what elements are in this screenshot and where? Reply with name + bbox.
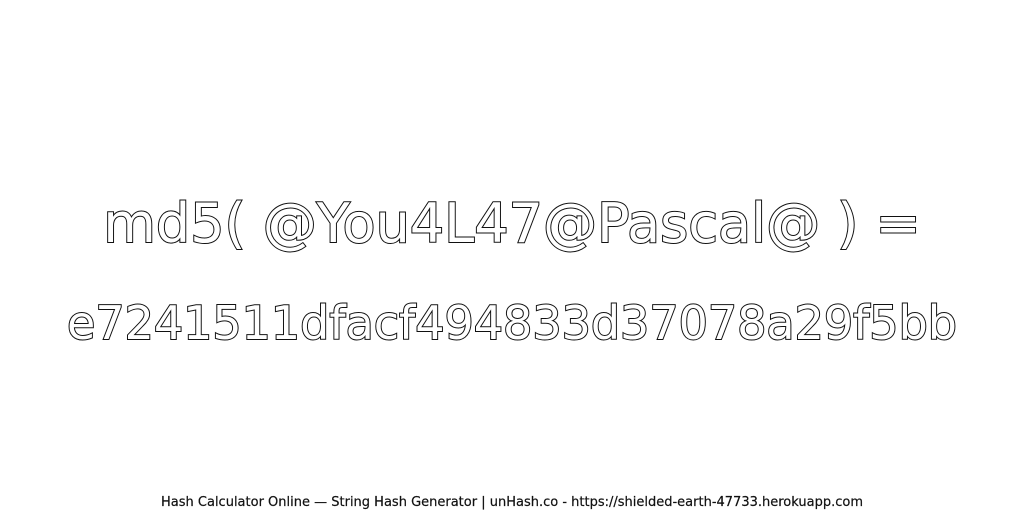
site-footer: Hash Calculator Online — String Hash Gen… — [161, 495, 863, 510]
hash-result-canvas: md5( @You4L47@Pascal@ ) = e7241511dfacf4… — [0, 0, 1024, 512]
hash-expression: md5( @You4L47@Pascal@ ) = — [102, 191, 922, 256]
hash-value: e7241511dfacf494833d37078a29f5bb — [66, 295, 958, 351]
